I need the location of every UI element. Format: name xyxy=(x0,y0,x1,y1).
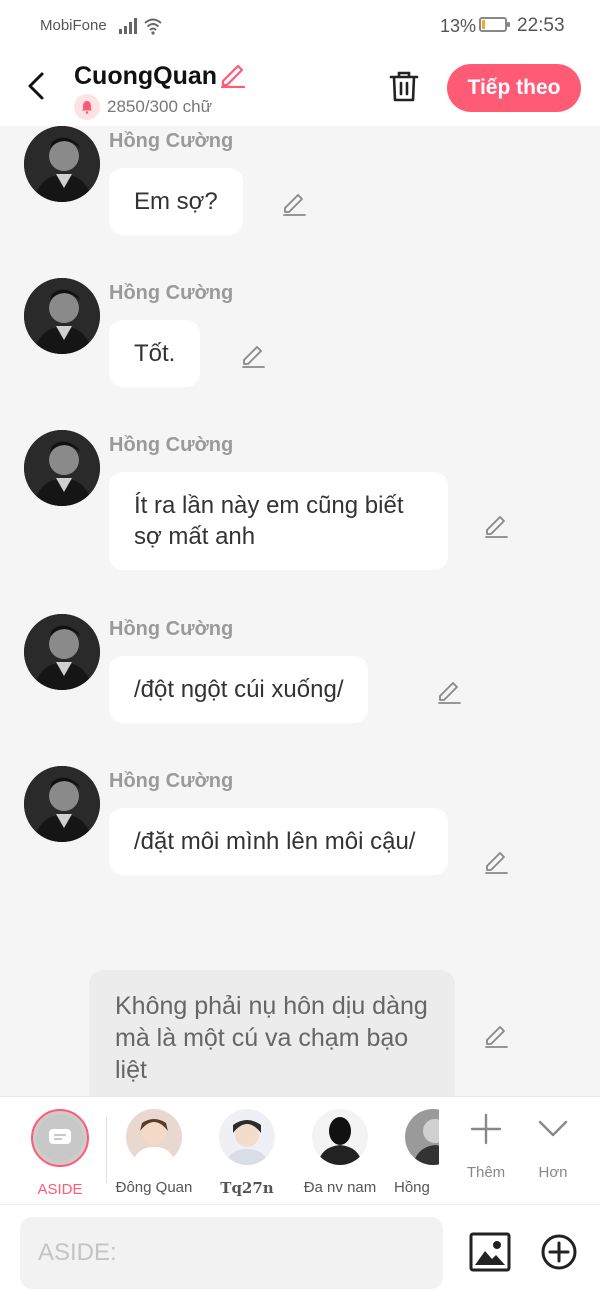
clock: 22:53 xyxy=(517,15,565,36)
bell-icon xyxy=(82,101,92,114)
more-button[interactable]: Hơn xyxy=(523,1111,583,1181)
character-label: ASIDE xyxy=(37,1181,83,1198)
word-counter: 2850/300 chữ xyxy=(107,97,212,116)
character-label: Tq27n xyxy=(220,1179,274,1197)
avatar-photo xyxy=(24,614,100,690)
tool-label: Thêm xyxy=(466,1164,506,1181)
avatar-silhouette xyxy=(312,1109,368,1165)
battery-percent: 13% xyxy=(440,16,477,36)
message-bubble[interactable]: Tốt. xyxy=(109,320,201,387)
message-bubble[interactable]: Ít ra lần này em cũng biết sợ mất anh xyxy=(109,472,448,570)
sender-name: Hồng Cường xyxy=(109,434,234,456)
avatar xyxy=(405,1109,439,1165)
pencil-icon[interactable] xyxy=(281,190,307,216)
avatar[interactable] xyxy=(24,766,100,842)
aside-bubble[interactable]: Không phải nụ hôn dịu dàng mà là một cú … xyxy=(89,970,455,1096)
character-hong[interactable]: Hồng xyxy=(393,1109,439,1196)
avatar[interactable] xyxy=(24,126,100,202)
pencil-icon[interactable] xyxy=(218,60,246,88)
input-bar xyxy=(0,1204,600,1300)
chevron-down-icon xyxy=(538,1120,568,1137)
avatar-photo xyxy=(126,1109,182,1165)
app-header: CuongQuan 2850/300 chữ Tiếp theo xyxy=(0,50,600,126)
sender-name: Hồng Cường xyxy=(109,618,234,640)
character-label: Hồng xyxy=(394,1179,430,1196)
pencil-icon[interactable] xyxy=(483,512,509,538)
tool-label: Hơn xyxy=(538,1164,568,1181)
message-bubble[interactable]: /đột ngột cúi xuống/ xyxy=(109,656,369,723)
story-title[interactable]: CuongQuan xyxy=(74,62,217,91)
character-label: Đa nv nam xyxy=(303,1179,377,1196)
pencil-icon[interactable] xyxy=(240,342,266,368)
plus-circle-icon[interactable] xyxy=(540,1233,578,1271)
aside-avatar xyxy=(31,1109,89,1167)
avatar[interactable] xyxy=(24,430,100,506)
character-selector: ASIDE Đông Quan Tq27n Đa nv nam Hồng Thê… xyxy=(0,1096,600,1204)
character-aside[interactable]: ASIDE xyxy=(20,1109,100,1198)
plus-icon xyxy=(470,1113,502,1145)
character-label: Đông Quan xyxy=(115,1179,193,1196)
avatar xyxy=(126,1109,182,1165)
character-da-nv-nam[interactable]: Đa nv nam xyxy=(300,1109,380,1196)
battery-fill xyxy=(482,20,485,29)
message-input[interactable] xyxy=(20,1217,443,1289)
signal-wifi-icon xyxy=(119,18,162,35)
avatar-photo xyxy=(24,126,100,202)
status-bar: MobiFone 13% 22:53 xyxy=(0,0,600,50)
image-icon[interactable] xyxy=(469,1232,511,1272)
sender-name: Hồng Cường xyxy=(109,282,234,304)
avatar-photo xyxy=(24,766,100,842)
message-bubble[interactable]: /đặt môi mình lên môi cậu/ xyxy=(109,808,448,875)
sender-name: Hồng Cường xyxy=(109,770,234,792)
next-button[interactable]: Tiếp theo xyxy=(447,64,581,112)
delete-button[interactable] xyxy=(386,68,422,106)
pencil-icon[interactable] xyxy=(483,848,509,874)
pencil-icon[interactable] xyxy=(436,678,462,704)
character-tq27n[interactable]: Tq27n xyxy=(207,1109,287,1197)
avatar-photo xyxy=(24,278,100,354)
avatar-photo xyxy=(405,1109,439,1165)
avatar xyxy=(312,1109,368,1165)
avatar[interactable] xyxy=(24,614,100,690)
message-bubble[interactable]: Em sợ? xyxy=(109,168,243,235)
avatar[interactable] xyxy=(24,278,100,354)
avatar-photo xyxy=(219,1109,275,1165)
add-character-button[interactable]: Thêm xyxy=(456,1111,516,1181)
chat-bubble-icon xyxy=(49,1129,71,1144)
trash-icon xyxy=(389,71,419,102)
avatar xyxy=(219,1109,275,1165)
back-arrow-icon xyxy=(28,72,44,100)
battery-icon xyxy=(479,17,510,32)
carrier-name: MobiFone xyxy=(40,17,107,34)
sender-name: Hồng Cường xyxy=(109,130,234,152)
back-button[interactable] xyxy=(20,66,54,106)
pencil-icon[interactable] xyxy=(483,1022,509,1048)
avatar-photo xyxy=(24,430,100,506)
word-count-badge xyxy=(74,94,100,120)
divider xyxy=(106,1117,107,1183)
character-dong-quan[interactable]: Đông Quan xyxy=(114,1109,194,1196)
chat-area[interactable]: Hồng Cường Em sợ? Hồng Cường Tốt. Hồng C… xyxy=(0,126,600,1096)
